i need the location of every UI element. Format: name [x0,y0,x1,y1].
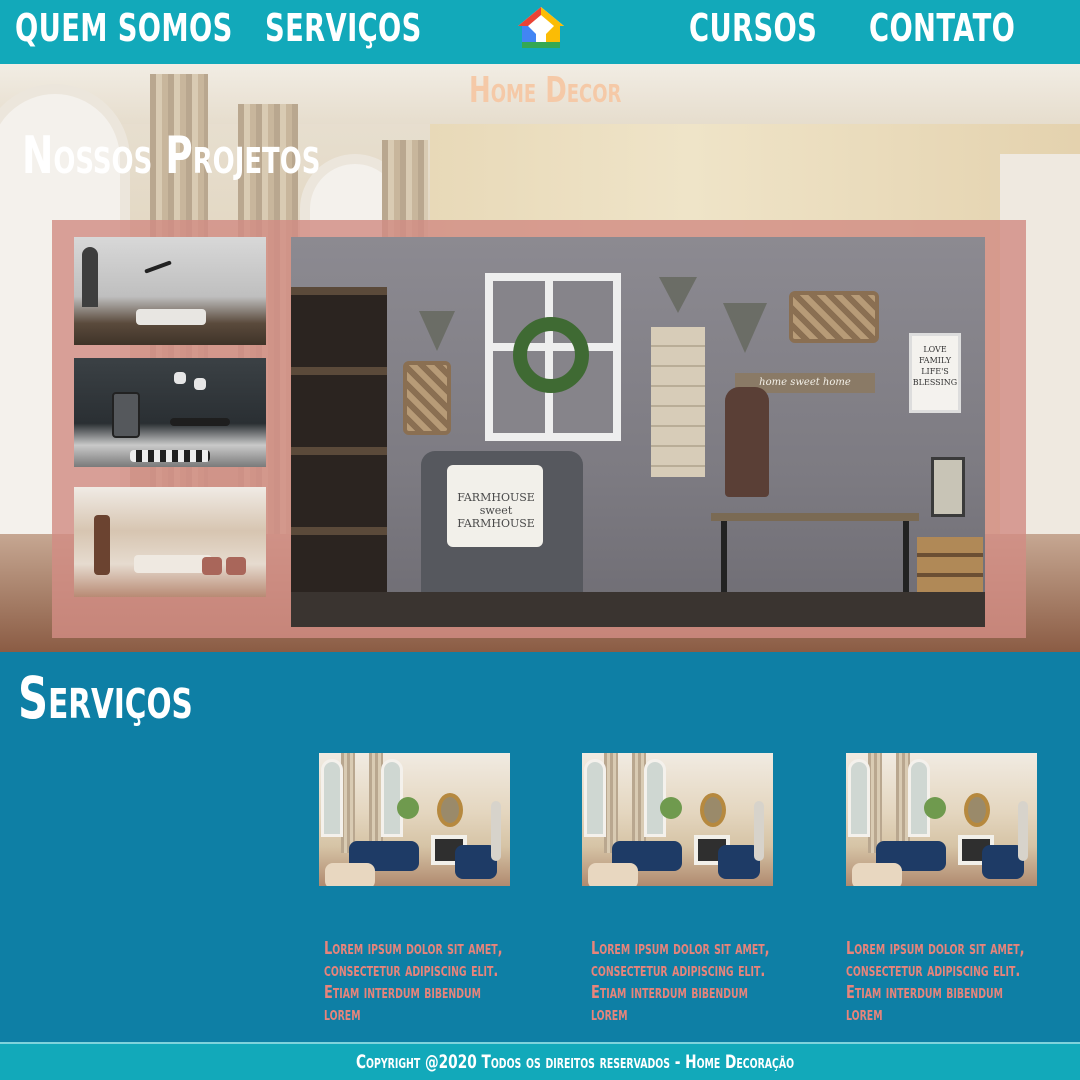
home-logo-icon[interactable] [514,4,568,50]
thumbnail-sofa [136,309,206,325]
image-table-legs [721,521,909,593]
top-navbar: QUEM SOMOS SERVIÇOS CURSOS CONTATO [0,0,1080,64]
services-title: Serviços [18,664,193,732]
image-coat [725,387,769,497]
image-wood-sign [651,327,705,477]
thumbnail-frame [194,378,206,390]
brand-title: Home Decor [469,70,622,111]
image-wall-planter [723,303,767,353]
footer: Copyright @2020 Todos os direitos reserv… [0,1042,1080,1080]
image-bookshelf [291,287,387,627]
service-card-image[interactable] [319,753,510,886]
image-wall-planter [659,277,697,313]
project-main-image[interactable]: home sweet home LOVE FAMILY LIFE'S BLESS… [291,237,985,627]
project-thumbnail[interactable] [74,358,266,467]
image-wall-planter [419,311,455,351]
image-basket [403,361,451,435]
thumbnail-rug [130,450,210,462]
thumbnail-shelf [112,392,140,438]
service-card-image[interactable] [582,753,773,886]
image-wreath [513,317,589,393]
nav-quem-somos[interactable]: QUEM SOMOS [15,6,233,50]
project-thumbnail[interactable] [74,237,266,345]
nav-servicos[interactable]: SERVIÇOS [265,6,422,50]
thumbnail-chair [202,557,222,575]
thumbnail-frame [174,372,186,384]
project-thumbnail[interactable] [74,487,266,597]
service-card-text: Lorem ipsum dolor sit amet, consectetur … [591,938,770,1025]
thumbnail-desk [170,418,230,426]
nav-cursos[interactable]: CURSOS [689,6,817,50]
pillow-text: FARMHOUSE sweet FARMHOUSE [457,491,535,530]
projects-title: Nossos Projetos [22,126,321,186]
image-console-table [711,513,919,521]
image-basket [789,291,879,343]
image-lantern [931,457,965,517]
thumbnail-chair [226,557,246,575]
thumbnail-sofa [134,555,212,573]
footer-copyright: Copyright @2020 Todos os direitos reserv… [356,1051,795,1073]
services-section: Serviços Lorem ipsum dolor sit amet, con… [0,652,1080,1042]
image-floor [291,592,985,627]
thumbnail-lamp [144,260,172,274]
nav-contato[interactable]: CONTATO [869,6,1015,50]
service-card-image[interactable] [846,753,1037,886]
thumbnail-wall-panel [94,515,110,575]
love-sign-text: LOVE FAMILY LIFE'S BLESSING [912,345,958,387]
thumbnail-window [82,247,98,307]
service-card-text: Lorem ipsum dolor sit amet, consectetur … [324,938,503,1025]
service-card-text: Lorem ipsum dolor sit amet, consectetur … [846,938,1025,1025]
image-love-sign: LOVE FAMILY LIFE'S BLESSING [909,333,961,413]
